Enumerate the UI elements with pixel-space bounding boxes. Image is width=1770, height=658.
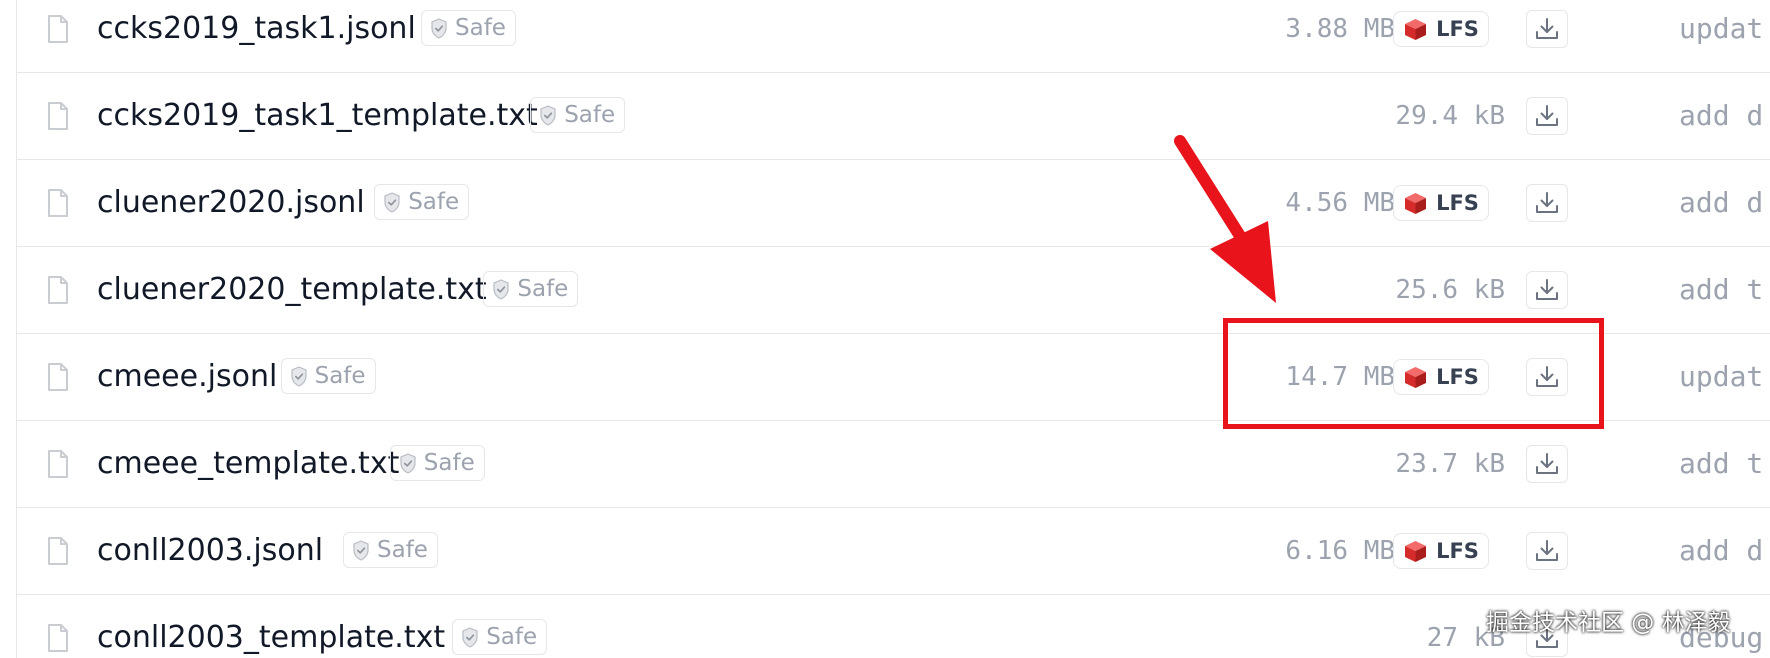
download-button[interactable] <box>1526 445 1568 483</box>
file-size: 3.88 MB <box>1285 14 1395 44</box>
lfs-badge[interactable]: LFS <box>1393 11 1489 47</box>
download-button[interactable] <box>1526 532 1568 570</box>
download-icon <box>1536 540 1558 561</box>
download-icon <box>1536 105 1558 126</box>
download-button[interactable] <box>1526 97 1568 135</box>
download-icon <box>1536 192 1558 213</box>
last-commit-message[interactable]: add t <box>1679 421 1763 507</box>
file-row: cluener2020_template.txt Safe 25.6 kB add t <box>17 247 1770 334</box>
shield-check-icon <box>290 365 307 387</box>
download-button[interactable] <box>1526 271 1568 309</box>
file-name-link[interactable]: cmeee.jsonl <box>97 334 277 420</box>
file-icon <box>48 15 68 43</box>
last-commit-message[interactable]: add d <box>1679 160 1763 246</box>
file-row: ccks2019_task1_template.txt Safe 29.4 kB ad… <box>17 73 1770 160</box>
download-button[interactable] <box>1526 10 1568 48</box>
file-row: cmeee.jsonl Safe 14.7 MB LFS updat <box>17 334 1770 421</box>
lfs-label: LFS <box>1436 17 1479 41</box>
last-commit-message[interactable]: updat <box>1679 0 1763 72</box>
safe-badge-label: Safe <box>408 189 460 215</box>
file-size: 6.16 MB <box>1285 536 1395 566</box>
safe-badge[interactable]: Safe <box>343 532 438 568</box>
last-commit-message[interactable]: updat <box>1679 334 1763 420</box>
download-icon <box>1536 18 1558 39</box>
safe-badge-label: Safe <box>423 450 475 476</box>
lfs-cube-icon <box>1405 540 1427 562</box>
lfs-cube-icon <box>1405 18 1427 40</box>
safe-badge-label: Safe <box>564 102 616 128</box>
lfs-badge[interactable]: LFS <box>1393 533 1489 569</box>
file-icon <box>48 450 68 478</box>
shield-check-icon <box>462 626 478 648</box>
download-button[interactable] <box>1526 358 1568 396</box>
file-row: ccks2019_task1.jsonl Safe 3.88 MB LFS updat <box>17 0 1770 73</box>
shield-check-icon <box>353 539 369 561</box>
lfs-label: LFS <box>1436 539 1479 563</box>
lfs-cube-icon <box>1405 366 1427 388</box>
last-commit-message[interactable]: add d <box>1679 508 1763 594</box>
lfs-cube-icon <box>1405 192 1427 214</box>
download-icon <box>1536 453 1558 474</box>
safe-badge[interactable]: Safe <box>483 271 579 307</box>
file-size: 14.7 MB <box>1285 362 1395 392</box>
shield-check-icon <box>400 452 416 474</box>
shield-check-icon <box>384 191 400 213</box>
shield-check-icon <box>431 17 447 39</box>
file-name-link[interactable]: ccks2019_task1.jsonl <box>97 0 416 72</box>
file-size: 27 kB <box>1426 623 1505 653</box>
file-name-link[interactable]: conll2003.jsonl <box>97 508 323 594</box>
file-name-link[interactable]: cmeee_template.txt <box>97 421 399 507</box>
lfs-label: LFS <box>1436 191 1479 215</box>
file-row: cluener2020.jsonl Safe 4.56 MB LFS add d <box>17 160 1770 247</box>
safe-badge[interactable]: Safe <box>374 184 470 220</box>
safe-badge[interactable]: Safe <box>452 619 548 655</box>
last-commit-message[interactable]: add t <box>1679 247 1763 333</box>
safe-badge-label: Safe <box>377 537 428 563</box>
file-icon <box>48 276 68 304</box>
safe-badge[interactable]: Safe <box>421 10 516 46</box>
file-icon <box>48 363 68 391</box>
file-size: 25.6 kB <box>1395 275 1505 305</box>
file-icon <box>48 537 68 565</box>
file-size: 4.56 MB <box>1285 188 1395 218</box>
safe-badge-label: Safe <box>517 276 569 302</box>
download-icon <box>1536 279 1558 300</box>
lfs-badge[interactable]: LFS <box>1393 185 1489 221</box>
safe-badge-label: Safe <box>314 363 366 389</box>
file-icon <box>48 102 68 130</box>
safe-badge[interactable]: Safe <box>280 358 376 394</box>
file-name-link[interactable]: ccks2019_task1_template.txt <box>97 73 538 159</box>
shield-check-icon <box>493 278 509 300</box>
safe-badge[interactable]: Safe <box>530 97 626 133</box>
file-row: cmeee_template.txt Safe 23.7 kB add t <box>17 421 1770 508</box>
last-commit-message[interactable]: add d <box>1679 73 1763 159</box>
file-name-link[interactable]: cluener2020.jsonl <box>97 160 365 246</box>
download-button[interactable] <box>1526 184 1568 222</box>
file-icon <box>48 624 68 652</box>
file-name-link[interactable]: cluener2020_template.txt <box>97 247 487 333</box>
file-list: ccks2019_task1.jsonl Safe 3.88 MB LFS updat c… <box>16 0 1770 658</box>
file-row: conll2003.jsonl Safe 6.16 MB LFS add d <box>17 508 1770 595</box>
download-icon <box>1536 366 1558 387</box>
file-name-link[interactable]: conll2003_template.txt <box>97 595 445 658</box>
watermark: 掘金技术社区 @ 林泽毅 <box>1486 610 1731 636</box>
file-size: 23.7 kB <box>1395 449 1505 479</box>
safe-badge[interactable]: Safe <box>389 445 485 481</box>
safe-badge-label: Safe <box>486 624 538 650</box>
shield-check-icon <box>540 104 556 126</box>
file-icon <box>48 189 68 217</box>
lfs-badge[interactable]: LFS <box>1393 359 1489 395</box>
file-size: 29.4 kB <box>1395 101 1505 131</box>
lfs-label: LFS <box>1436 365 1479 389</box>
safe-badge-label: Safe <box>455 15 506 41</box>
